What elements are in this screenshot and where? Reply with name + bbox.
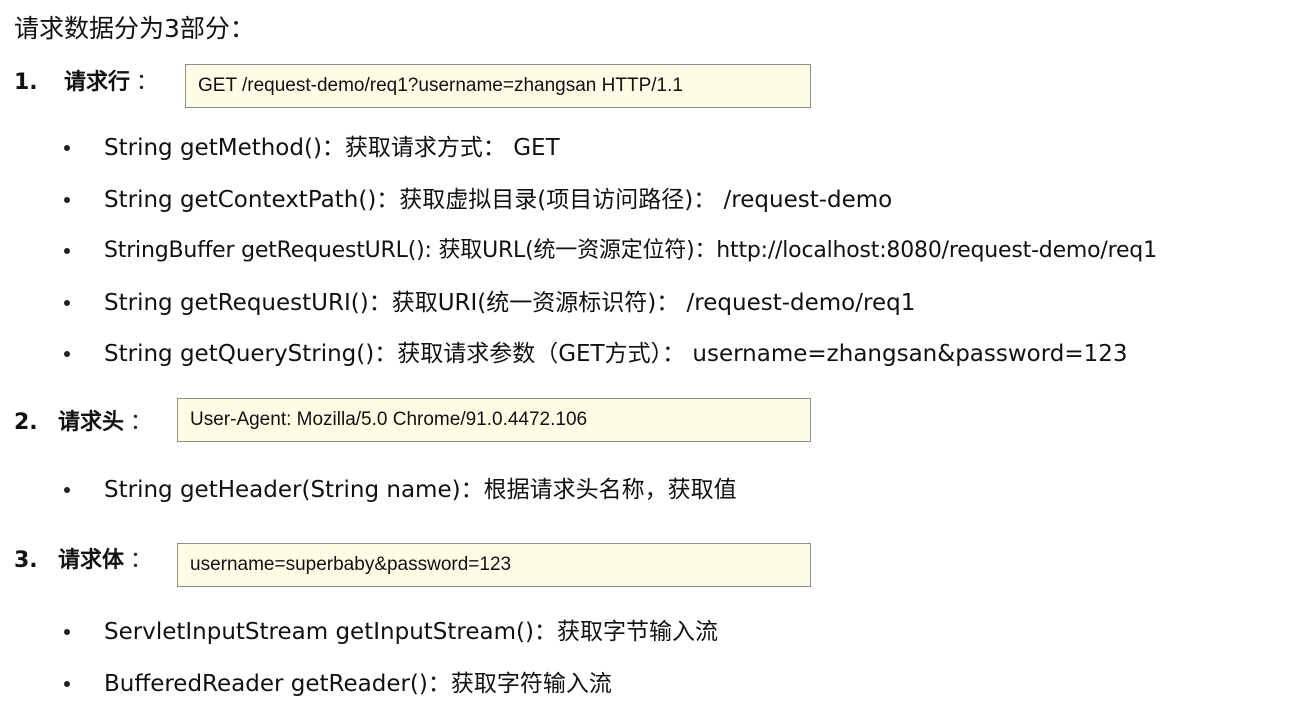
method-description: String getContextPath()：获取虚拟目录(项目访问路径)： … <box>104 187 893 213</box>
section-number: 1. <box>14 70 38 95</box>
request-body-example-box: username=superbaby&password=123 <box>177 543 811 587</box>
method-description: String getRequestURI()：获取URI(统一资源标识符)： /… <box>104 290 916 316</box>
section-request-body-heading: 3. 请求体 ： <box>14 546 174 576</box>
bullet-dot <box>64 145 70 151</box>
bullet-dot <box>64 487 70 493</box>
bullet-dot <box>64 681 70 687</box>
bullet-dot <box>64 351 70 357</box>
method-description: BufferedReader getReader()：获取字符输入流 <box>104 671 612 697</box>
request-header-example-box: User-Agent: Mozilla/5.0 Chrome/91.0.4472… <box>177 398 811 442</box>
bullet-dot <box>64 248 70 254</box>
request-line-example-box: GET /request-demo/req1?username=zhangsan… <box>185 64 811 108</box>
bullet-dot <box>64 300 70 306</box>
section-label: 请求头 <box>58 410 125 435</box>
section-label: 请求体 <box>58 548 125 573</box>
method-description: ServletInputStream getInputStream()：获取字节… <box>104 619 718 645</box>
bullet-dot <box>64 197 70 203</box>
method-description: String getQueryString()：获取请求参数（GET方式）： u… <box>104 341 1128 367</box>
section-colon: ： <box>130 548 153 573</box>
method-description: String getMethod()：获取请求方式： GET <box>104 135 560 161</box>
section-number: 2. <box>14 410 38 435</box>
bullet-dot <box>64 629 70 635</box>
section-number: 3. <box>14 548 38 573</box>
section-colon: ： <box>130 410 153 435</box>
section-request-line-heading: 1. 请求行 ： <box>14 68 184 98</box>
page-title: 请求数据分为3部分： <box>14 14 255 43</box>
section-colon: ： <box>136 70 159 95</box>
section-label: 请求行 <box>64 70 131 95</box>
method-description: String getHeader(String name)：根据请求头名称，获取… <box>104 477 737 503</box>
method-description: StringBuffer getRequestURL(): 获取URL(统一资源… <box>104 238 1157 263</box>
section-request-header-heading: 2. 请求头 ： <box>14 408 174 438</box>
